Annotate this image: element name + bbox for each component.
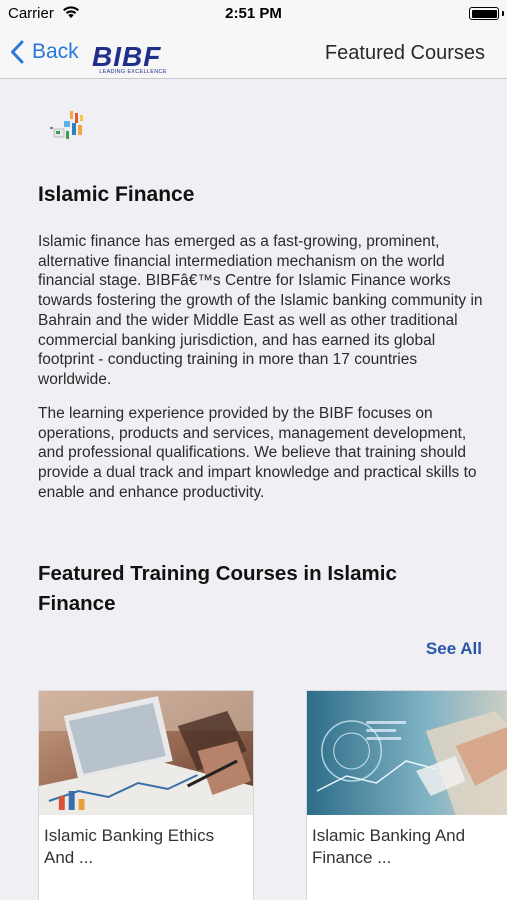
course-title: Islamic Banking And Finance ... — [312, 826, 466, 867]
intro-paragraph: Islamic finance has emerged as a fast-gr… — [38, 233, 483, 388]
section-heading: Islamic Finance — [38, 183, 195, 206]
navigation-bar: Back BIBF LEADING EXCELLENCE Featured Co… — [0, 28, 507, 79]
battery-tip — [502, 11, 504, 16]
course-card[interactable]: Islamic Banking Ethics And ... — [38, 690, 254, 900]
islamic-finance-category-icon — [50, 111, 83, 139]
logo-text: BIBF — [92, 41, 162, 72]
back-button[interactable]: Back — [10, 37, 79, 67]
digital-finance-photo — [307, 691, 507, 815]
course-card[interactable]: Islamic Banking And Finance ... — [306, 690, 507, 900]
clock: 2:51 PM — [225, 5, 282, 22]
status-bar: Carrier 2:51 PM — [0, 0, 507, 28]
main-content[interactable]: Islamic Finance Islamic finance has emer… — [0, 79, 507, 900]
page-title: Featured Courses — [324, 42, 485, 64]
bibf-logo: BIBF LEADING EXCELLENCE — [92, 41, 174, 78]
learning-paragraph: The learning experience provided by the … — [38, 405, 477, 501]
see-all-link[interactable]: See All — [426, 639, 482, 659]
chevron-left-icon — [11, 40, 24, 64]
logo-tagline: LEADING EXCELLENCE — [99, 69, 167, 75]
course-title: Islamic Banking Ethics And ... — [44, 826, 215, 867]
back-label: Back — [32, 40, 79, 63]
laptop-charts-photo — [39, 691, 253, 815]
battery-icon — [469, 7, 499, 20]
featured-courses-heading: Featured Training Courses in Islamic Fin… — [38, 562, 397, 615]
